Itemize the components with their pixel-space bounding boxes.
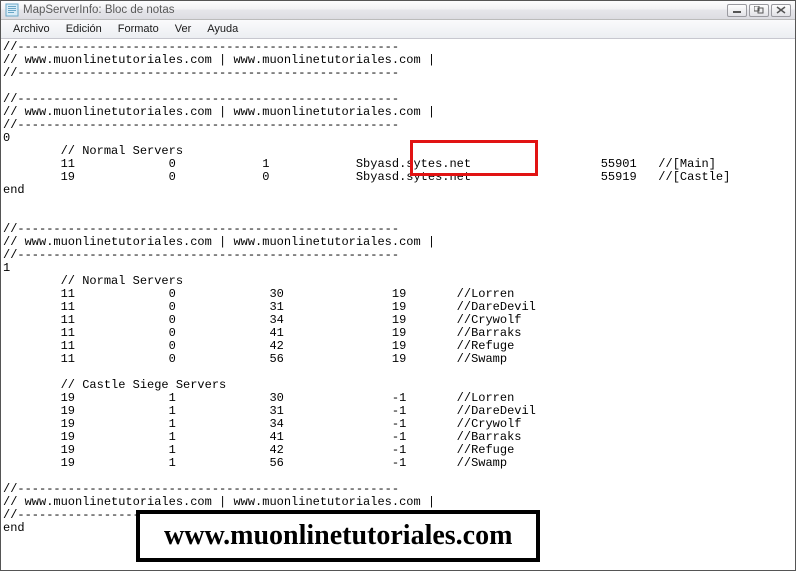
window-controls [727, 4, 791, 17]
menu-ayuda[interactable]: Ayuda [199, 21, 246, 37]
notepad-window: MapServerInfo: Bloc de notas Archivo Edi… [0, 0, 796, 571]
close-button[interactable] [771, 4, 791, 17]
title-bar[interactable]: MapServerInfo: Bloc de notas [1, 1, 795, 20]
app-icon [5, 3, 19, 17]
menu-edicion[interactable]: Edición [58, 21, 110, 37]
minimize-button[interactable] [727, 4, 747, 17]
editor-area[interactable]: //--------------------------------------… [1, 39, 795, 570]
menu-formato[interactable]: Formato [110, 21, 167, 37]
window-title: MapServerInfo: Bloc de notas [23, 4, 727, 16]
maximize-button[interactable] [749, 4, 769, 17]
file-text[interactable]: //--------------------------------------… [1, 39, 795, 537]
menu-ver[interactable]: Ver [167, 21, 200, 37]
watermark-banner: www.muonlinetutoriales.com [136, 510, 540, 562]
menu-bar: Archivo Edición Formato Ver Ayuda [1, 20, 795, 39]
menu-archivo[interactable]: Archivo [5, 21, 58, 37]
